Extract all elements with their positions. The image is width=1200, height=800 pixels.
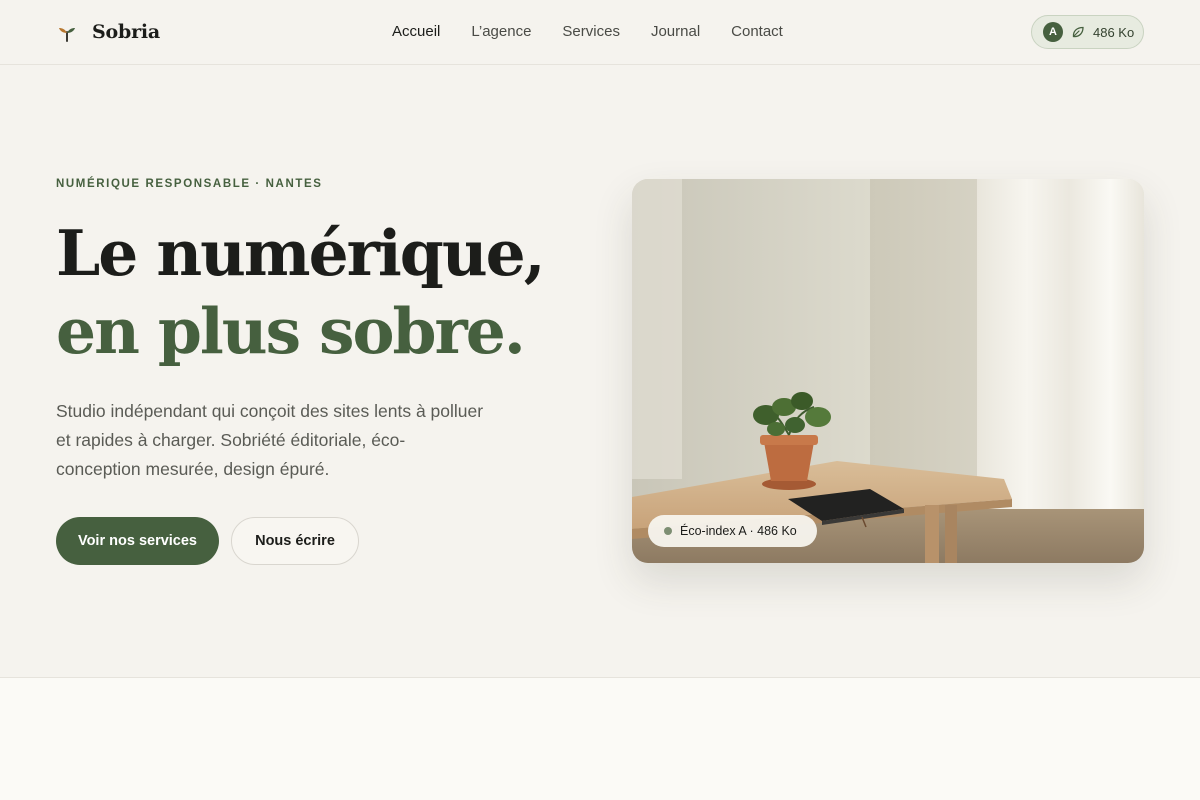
nav-item-agence[interactable]: L’agence (471, 22, 531, 42)
services-button[interactable]: Voir nos services (56, 517, 219, 565)
eco-grade-badge: A (1043, 22, 1063, 42)
nav-item-contact[interactable]: Contact (731, 22, 783, 42)
seedling-icon (59, 28, 75, 42)
hero-headline: Le numérique, en plus sobre. (56, 214, 616, 370)
main-nav: Accueil L’agence Services Journal Contac… (392, 22, 814, 42)
next-section (0, 677, 1200, 800)
interior-plant-illustration (632, 179, 1144, 563)
eco-index-photo-badge: Éco-index A · 486 Ko (648, 515, 817, 547)
nav-item-accueil[interactable]: Accueil (392, 22, 440, 42)
nav-item-journal[interactable]: Journal (651, 22, 700, 42)
leaf-icon (1072, 26, 1084, 38)
nav-item-services[interactable]: Services (562, 22, 620, 42)
status-dot-icon (664, 527, 672, 535)
site-header: Sobria Accueil L’agence Services Journal… (0, 0, 1200, 65)
headline-line-1: Le numérique, (56, 216, 546, 290)
contact-button[interactable]: Nous écrire (231, 517, 359, 565)
eco-index-pill[interactable]: A 486 Ko (1031, 15, 1144, 49)
hero-description: Studio indépendant qui conçoit des sites… (56, 401, 484, 479)
brand-logo-link[interactable]: Sobria (56, 18, 160, 46)
headline-line-2: en plus sobre. (56, 294, 526, 368)
eco-index-label: Éco-index A · 486 Ko (680, 524, 797, 538)
hero-kicker: NUMÉRIQUE RESPONSABLE · NANTES (56, 178, 323, 190)
hero-image: Éco-index A · 486 Ko (632, 179, 1144, 563)
page-weight-label: 486 Ko (1093, 24, 1135, 40)
brand-name: Sobria (92, 21, 161, 43)
